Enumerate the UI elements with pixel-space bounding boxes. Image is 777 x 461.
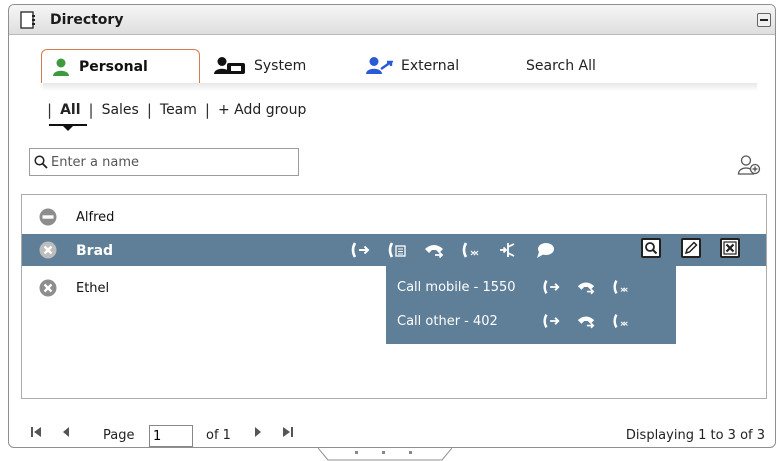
contact-name: Brad [76,243,114,259]
call-mobile-option[interactable]: Call mobile - 1550 [397,277,646,297]
voicemail-icon[interactable] [386,239,408,261]
contact-name: Alfred [76,210,115,225]
delete-contact-button[interactable] [720,238,740,258]
minimize-icon[interactable] [757,13,771,27]
call-other-option[interactable]: Call other - 402 [397,311,646,331]
tab-external[interactable]: External [365,49,459,83]
delete-icon [723,241,737,255]
chat-icon[interactable] [534,239,556,261]
transfer-icon[interactable] [576,311,596,331]
title-bar: Directory [9,5,775,35]
call-icon[interactable] [349,239,371,261]
address-book-icon [20,11,35,29]
plus-icon: + [217,102,230,118]
contact-row-alfred[interactable]: Alfred [22,201,766,233]
group-separator: | [47,101,53,119]
tab-search-all-label: Search All [526,58,596,74]
call-other-label: Call other - 402 [397,313,498,329]
search-input[interactable] [48,154,288,170]
conference-icon[interactable] [497,239,519,261]
offline-icon [39,241,57,259]
call-mobile-label: Call mobile - 1550 [397,279,516,295]
page-count-label: of 1 [206,428,231,443]
search-input-wrapper [29,148,299,176]
transfer-icon[interactable] [576,277,596,297]
tab-search-all[interactable]: Search All [526,49,596,83]
resize-handle-icon[interactable] [318,448,452,461]
view-contact-button[interactable] [641,238,661,258]
edit-icon [684,241,698,255]
active-group-indicator [49,124,87,131]
magnifier-icon [645,242,658,255]
page-number-input[interactable] [149,425,193,447]
offline-icon [39,279,57,297]
group-all[interactable]: All [60,102,80,118]
tab-external-label: External [401,58,460,74]
do-not-disturb-icon [39,208,57,226]
page-label: Page [103,428,135,443]
search-icon [34,155,48,169]
edit-contact-button[interactable] [681,238,701,258]
system-contacts-icon [214,57,245,74]
group-filter-bar: | All | Sales | Team | + Add group [39,98,306,122]
add-group-button[interactable]: + Add group [218,102,306,118]
next-page-icon[interactable] [251,425,265,439]
call-other-icon[interactable] [611,277,631,297]
group-separator: | [146,101,152,119]
directory-panel: Directory Personal System External Searc… [8,4,776,448]
transfer-icon[interactable] [423,239,445,261]
display-count-label: Displaying 1 to 3 of 3 [625,428,765,443]
group-team[interactable]: Team [160,102,197,118]
pagination-bar: Page of 1 Displaying 1 to 3 of 3 [9,419,775,447]
previous-page-icon[interactable] [59,425,73,439]
call-icon[interactable] [541,311,561,331]
external-contacts-icon [366,57,393,74]
person-icon [53,58,69,76]
group-sales[interactable]: Sales [102,102,139,118]
group-separator: | [88,101,94,119]
tab-personal-label: Personal [79,58,148,75]
add-contact-icon[interactable] [737,154,761,176]
group-separator: | [204,101,210,119]
tab-personal[interactable]: Personal [41,49,200,83]
add-group-label: Add group [234,102,307,118]
call-icon[interactable] [541,277,561,297]
contact-name: Ethel [76,281,110,296]
last-page-icon[interactable] [281,425,295,439]
panel-title: Directory [50,12,124,28]
tab-strip-shadow [43,83,757,91]
call-other-icon[interactable] [611,311,631,331]
tab-system[interactable]: System [214,49,306,83]
contact-actions [349,239,571,261]
directory-tabs: Personal System External Search All [9,36,775,91]
call-other-icon[interactable] [460,239,482,261]
contact-row-brad[interactable]: Brad [22,234,766,266]
call-options-popup: Call mobile - 1550 Call other - 402 [386,264,676,344]
tab-system-label: System [254,58,307,74]
first-page-icon[interactable] [29,425,43,439]
